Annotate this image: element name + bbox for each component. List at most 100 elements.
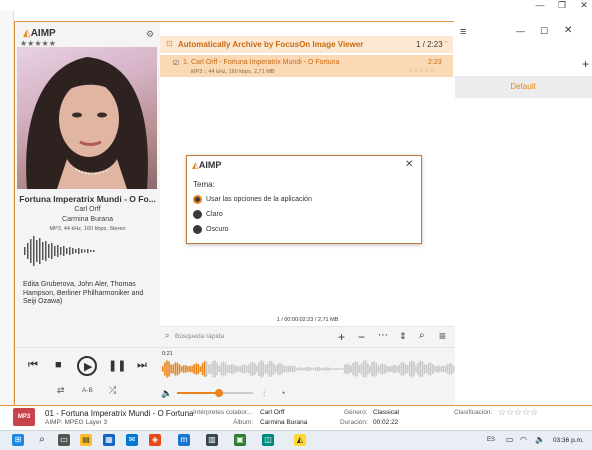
waveform-bar [247, 364, 250, 374]
waveform-bar [174, 362, 177, 376]
waveform-bar [249, 362, 252, 376]
add-icon[interactable]: + [582, 57, 589, 71]
radio-app-settings[interactable] [193, 195, 202, 204]
network-icon[interactable]: ▭ [506, 435, 514, 444]
volume-icon[interactable]: 🔈 [161, 388, 172, 399]
collapse-icon[interactable]: ⊡ [166, 39, 173, 48]
shuffle-icon[interactable]: ⤮ [109, 385, 116, 396]
aimp-taskbar-icon[interactable]: ◭ [294, 434, 306, 446]
start-icon[interactable]: ⊞ [12, 434, 24, 446]
menu-icon[interactable]: ≡ [439, 329, 446, 343]
waveform-seekbar[interactable] [162, 358, 455, 380]
info-album-label: Álbum: [233, 419, 254, 426]
close-icon[interactable]: ✕ [405, 159, 413, 170]
window-minimize-icon[interactable]: — [516, 26, 525, 36]
row-rating[interactable]: ○ ○ ○ ○ ○ [409, 68, 434, 74]
app-m-icon[interactable]: m [178, 434, 190, 446]
more-icon[interactable]: ⋯ [378, 330, 388, 341]
waveform-bar [187, 366, 189, 372]
info-genre-value: Classical [373, 409, 400, 416]
info-rating-stars[interactable]: ☆☆☆☆☆ [498, 407, 538, 418]
waveform-bar [450, 363, 453, 375]
waveform-bar [270, 361, 273, 377]
ab-repeat-button[interactable]: A-B [82, 387, 93, 394]
background-titlebar: — ❐ ✕ [0, 0, 592, 10]
waveform-bar [360, 363, 363, 375]
option-light-label: Claro [206, 211, 223, 218]
waveform-bar [281, 364, 283, 374]
performers-text: Edita Gruberova, John Aler, Thomas Hamps… [23, 281, 144, 305]
waveform-bar [425, 365, 428, 373]
checkbox-icon[interactable]: ☑ [173, 59, 179, 67]
waveform-bar [383, 364, 386, 374]
speaker-icon[interactable]: 🔈 [535, 435, 545, 444]
waveform-bar [279, 362, 281, 376]
search-icon[interactable]: ⌕ [419, 330, 425, 341]
gear-icon[interactable]: ⚙ [146, 29, 154, 40]
waveform-bar [241, 364, 244, 374]
volume-slider[interactable] [177, 389, 253, 397]
pause-icon[interactable]: ❚❚ [108, 359, 126, 372]
waveform-bar [178, 364, 181, 374]
hamburger-menu-icon[interactable]: ≡ [460, 26, 466, 38]
playlist-group-header[interactable]: ⊡ Automatically Archive by FocusOn Image… [160, 36, 453, 53]
brave-icon[interactable]: ◈ [149, 434, 161, 446]
playlist-toolbar: ⌕ Búsqueda rápida + − ⋯ ⇕ ⌕ ≡ [160, 326, 455, 347]
waveform-bar [295, 367, 298, 371]
waveform-bar [266, 363, 269, 375]
waveform-bar [203, 361, 206, 377]
waveform-bar [168, 361, 170, 377]
waveform-bar [385, 365, 388, 373]
waveform-bar [235, 365, 237, 373]
playlist-row[interactable]: ☑ 1. Carl Orff - Fortuna Imperatrix Mund… [160, 55, 453, 77]
waveform-bar [327, 367, 329, 371]
task-view-icon[interactable]: ▭ [58, 434, 70, 446]
info-performers-label: Intérpretes colabor... [193, 409, 253, 416]
search-icon[interactable]: ⌕ [36, 434, 48, 446]
add-icon[interactable]: + [338, 330, 345, 344]
waveform-bar [404, 363, 407, 375]
wifi-icon[interactable]: ◠ [520, 435, 527, 444]
app-icon[interactable]: ▣ [234, 434, 246, 446]
preset-default[interactable]: Default [454, 76, 592, 98]
app-icon-2[interactable]: ◫ [262, 434, 274, 446]
waveform-bar [434, 366, 436, 372]
close-icon[interactable]: ✕ [574, 0, 592, 10]
repeat-icon[interactable]: ⇄ [57, 385, 65, 396]
next-icon[interactable]: ⏭ [137, 359, 147, 372]
play-button[interactable]: ▶ [77, 356, 97, 376]
waveform-bar [335, 368, 338, 370]
waveform-bar [323, 367, 325, 371]
remove-icon[interactable]: − [358, 330, 365, 344]
waveform-bar [346, 363, 348, 375]
waveform-bar [438, 365, 440, 373]
track-album: Carmina Burana [62, 216, 113, 223]
radio-light[interactable] [193, 210, 202, 219]
waveform-bar [312, 368, 315, 370]
waveform-bar [371, 362, 373, 376]
timer-icon[interactable]: ◔ [280, 388, 285, 398]
background-left-strip [0, 10, 14, 405]
window-maximize-icon[interactable]: ☐ [540, 26, 548, 37]
clock[interactable]: 03:36 p.m. [553, 437, 584, 444]
file-explorer-icon[interactable]: ▤ [80, 434, 92, 446]
waveform-bar [362, 360, 365, 378]
waveform-bar [325, 367, 327, 371]
window-close-icon[interactable]: ✕ [564, 25, 572, 36]
radio-dark[interactable] [193, 225, 202, 234]
waveform-bar [275, 365, 277, 373]
calendar-icon[interactable]: ▥ [206, 434, 218, 446]
quick-search-input[interactable]: Búsqueda rápida [175, 333, 224, 340]
previous-icon[interactable]: ⏮ [28, 359, 38, 372]
stop-icon[interactable]: ■ [55, 359, 62, 371]
store-icon[interactable]: ▦ [103, 434, 115, 446]
language-indicator[interactable]: ES [487, 437, 495, 443]
volume-knob[interactable] [214, 389, 223, 397]
restore-icon[interactable]: ❐ [552, 0, 572, 10]
waveform-bar [316, 366, 319, 372]
up-arrow-icon[interactable]: ⌃ [443, 40, 449, 48]
sort-icon[interactable]: ⇕ [399, 331, 407, 342]
mail-icon[interactable]: ✉ [126, 434, 138, 446]
equalizer-icon[interactable]: ⫶ [263, 388, 265, 399]
minimize-icon[interactable]: — [530, 0, 550, 10]
